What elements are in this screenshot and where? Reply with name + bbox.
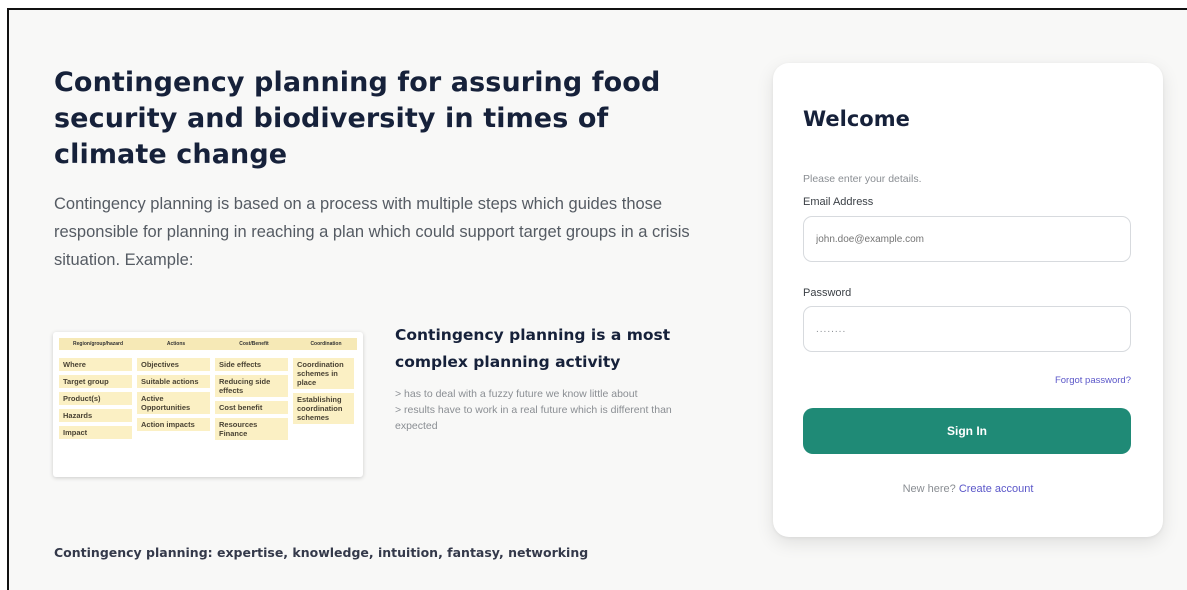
table-cell: Target group xyxy=(59,375,132,388)
table-column: Where Target group Product(s) Hazards Im… xyxy=(59,358,137,440)
table-cell: Side effects xyxy=(215,358,288,371)
table-cell: Resources Finance xyxy=(215,418,288,440)
email-field[interactable] xyxy=(803,216,1131,262)
complexity-heading: Contingency planning is a most complex p… xyxy=(395,326,671,371)
table-header-cell: Actions xyxy=(166,341,186,347)
table-cell: Reducing side effects xyxy=(215,375,288,397)
table-cell: Coordination schemes in place xyxy=(293,358,354,389)
table-column: Coordination schemes in place Establishi… xyxy=(293,358,359,440)
password-label: Password xyxy=(803,287,852,299)
table-cell: Establishing coordination schemes xyxy=(293,393,354,424)
planning-table-body: Where Target group Product(s) Hazards Im… xyxy=(59,358,357,440)
forgot-password-link[interactable]: Forgot password? xyxy=(1055,375,1131,386)
create-account-link[interactable]: Create account xyxy=(959,483,1034,495)
footer-tagline: Contingency planning: expertise, knowled… xyxy=(54,545,589,560)
login-card: Welcome Please enter your details. Email… xyxy=(773,63,1163,537)
email-label: Email Address xyxy=(803,196,874,208)
table-cell: Suitable actions xyxy=(137,375,210,388)
bullet-item: > results have to work in a real future … xyxy=(395,404,672,432)
page-description: Contingency planning is based on a proce… xyxy=(54,195,690,269)
signup-prompt: New here? Create account xyxy=(773,483,1163,495)
table-cell: Action impacts xyxy=(137,418,210,431)
complexity-bullets: > has to deal with a fuzzy future we kno… xyxy=(395,386,695,434)
login-subtitle: Please enter your details. xyxy=(803,173,922,185)
sign-in-button[interactable]: Sign In xyxy=(803,408,1131,454)
planning-table-image: Region/group/hazard Actions Cost/Benefit… xyxy=(53,332,363,477)
bullet-item: > has to deal with a fuzzy future we kno… xyxy=(395,388,638,400)
new-here-text: New here? xyxy=(902,483,956,495)
table-header-cell: Region/group/hazard xyxy=(73,341,123,347)
table-cell: Active Opportunities xyxy=(137,392,210,414)
password-field[interactable] xyxy=(803,306,1131,352)
table-header-cell: Coordination xyxy=(310,341,342,347)
table-cell: Product(s) xyxy=(59,392,132,405)
table-cell: Objectives xyxy=(137,358,210,371)
table-cell: Cost benefit xyxy=(215,401,288,414)
table-column: Side effects Reducing side effects Cost … xyxy=(215,358,293,440)
table-cell: Where xyxy=(59,358,132,371)
table-cell: Impact xyxy=(59,426,132,439)
page-frame: Contingency planning for assuring food s… xyxy=(7,8,1187,590)
login-title: Welcome xyxy=(803,107,910,131)
page-title: Contingency planning for assuring food s… xyxy=(54,67,661,170)
table-header-cell: Cost/Benefit xyxy=(239,341,269,347)
planning-table-header: Region/group/hazard Actions Cost/Benefit… xyxy=(59,338,357,350)
table-column: Objectives Suitable actions Active Oppor… xyxy=(137,358,215,440)
table-cell: Hazards xyxy=(59,409,132,422)
